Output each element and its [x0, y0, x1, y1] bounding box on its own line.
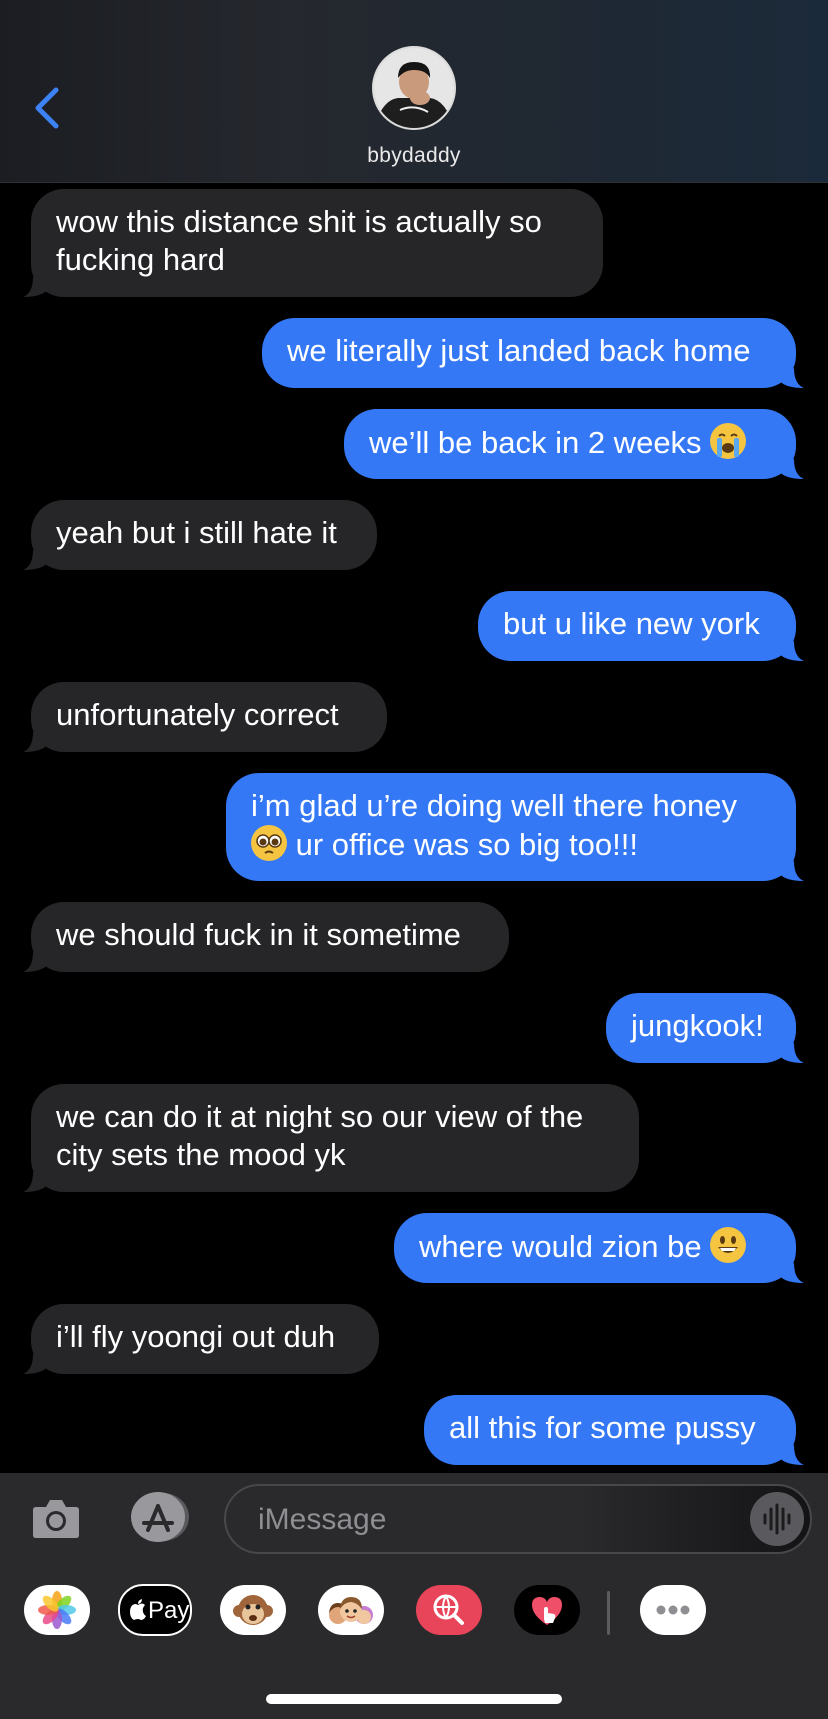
camera-icon[interactable]: [32, 1497, 80, 1539]
message-bubble-incoming[interactable]: i’ll fly yoongi out duh: [23, 1304, 379, 1374]
contact-name[interactable]: bbydaddy: [0, 144, 828, 168]
bubble-tail: [778, 1445, 804, 1465]
memoji-app-button[interactable]: [318, 1585, 384, 1635]
more-apps-button[interactable]: [640, 1585, 706, 1635]
photos-icon: [38, 1591, 76, 1629]
bubble-tail: [778, 1043, 804, 1063]
conversation-header: bbydaddy: [0, 0, 828, 183]
home-indicator[interactable]: [266, 1694, 562, 1704]
message-text: we can do it at night so our view of the…: [56, 1099, 584, 1172]
bubble-tail: [778, 368, 804, 388]
message-bubble-incoming[interactable]: we should fuck in it sometime: [23, 902, 509, 972]
monkey-icon: [233, 1595, 273, 1625]
message-bubble-outgoing[interactable]: we’ll be back in 2 weeks: [344, 409, 804, 479]
more-icon: [656, 1605, 690, 1615]
audio-message-button[interactable]: [750, 1492, 804, 1546]
memoji-icon: [329, 1597, 373, 1624]
message-text: wow this distance shit is actually so fu…: [56, 204, 542, 277]
bubble-tail: [23, 277, 49, 297]
message-text: we should fuck in it sometime: [56, 917, 461, 952]
bubble-tail: [23, 1354, 49, 1374]
message-text: jungkook!: [631, 1008, 764, 1043]
message-composer: [0, 1473, 828, 1563]
message-input[interactable]: [256, 1500, 720, 1540]
message-text: we literally just landed back home: [287, 333, 751, 368]
message-bubble-outgoing[interactable]: but u like new york: [478, 591, 804, 661]
loudly-crying-face-icon: [710, 423, 747, 459]
message-text: but u like new york: [503, 606, 760, 641]
bubble-tail: [778, 1263, 804, 1283]
images-search-app-button[interactable]: [416, 1585, 482, 1635]
message-text: i’ll fly yoongi out duh: [56, 1319, 336, 1354]
animoji-app-button[interactable]: [220, 1585, 286, 1635]
app-drawer: Pay: [0, 1563, 828, 1719]
message-text: all this for some pussy: [449, 1410, 756, 1445]
bubble-tail: [778, 641, 804, 661]
back-chevron-icon[interactable]: [30, 84, 64, 132]
apple-pay-label: Pay: [148, 1597, 190, 1624]
globe-search-icon: [433, 1594, 464, 1625]
bubble-tail: [23, 952, 49, 972]
contact-avatar[interactable]: [372, 46, 456, 130]
message-bubble-outgoing[interactable]: i’m glad u’re doing well there honey ur …: [226, 773, 804, 881]
grinning-face-icon: [710, 1227, 747, 1263]
message-bubble-incoming[interactable]: unfortunately correct: [23, 682, 387, 752]
apple-pay-app-button[interactable]: Pay: [118, 1584, 192, 1636]
message-text: we’ll be back in 2 weeks: [369, 425, 702, 460]
message-bubble-incoming[interactable]: yeah but i still hate it: [23, 500, 377, 570]
bubble-tail: [23, 1172, 49, 1192]
message-bubble-outgoing[interactable]: we literally just landed back home: [262, 318, 804, 388]
message-bubble-outgoing[interactable]: jungkook!: [606, 993, 804, 1063]
message-bubble-incoming[interactable]: wow this distance shit is actually so fu…: [23, 189, 603, 297]
drawer-divider: [607, 1591, 610, 1635]
waveform-icon: [763, 1503, 791, 1535]
bubble-tail: [778, 861, 804, 881]
pleading-face-icon: [251, 825, 287, 861]
message-text: i’m glad u’re doing well there honey: [251, 788, 737, 823]
bubble-tail: [23, 732, 49, 752]
message-text: ur office was so big too!!!: [295, 827, 638, 862]
message-bubble-incoming[interactable]: we can do it at night so our view of the…: [23, 1084, 639, 1192]
digital-touch-app-button[interactable]: [514, 1585, 580, 1635]
message-bubble-outgoing[interactable]: where would zion be: [394, 1213, 804, 1283]
message-text: yeah but i still hate it: [56, 515, 337, 550]
app-store-icon[interactable]: [126, 1490, 192, 1544]
heart-touch-icon: [532, 1597, 562, 1625]
bubble-tail: [778, 459, 804, 479]
photos-app-button[interactable]: [24, 1585, 90, 1635]
bubble-tail: [23, 550, 49, 570]
message-text: unfortunately correct: [56, 697, 339, 732]
message-text: where would zion be: [419, 1229, 702, 1264]
apple-logo-icon: [130, 1599, 146, 1620]
message-input-container[interactable]: [224, 1484, 812, 1554]
message-bubble-outgoing[interactable]: all this for some pussy: [424, 1395, 804, 1465]
